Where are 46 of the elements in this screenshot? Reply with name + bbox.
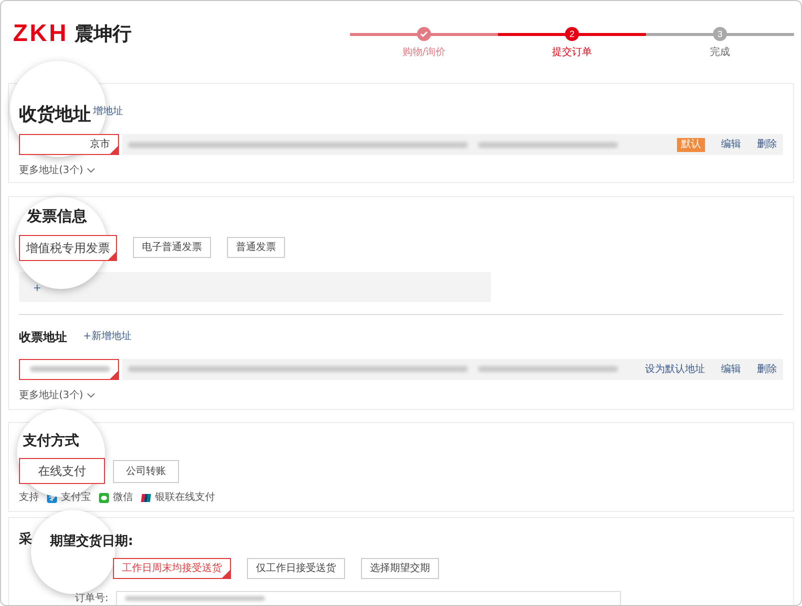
payment-channel-label: 微信 (113, 491, 133, 505)
invoice-type-button[interactable]: 增值税专用发票 (19, 234, 117, 260)
logo-name: 震坤行 (74, 24, 132, 44)
delivery-option-button[interactable]: 工作日周末均接受送货 (113, 558, 231, 578)
address-tag[interactable]: 京市 (19, 134, 119, 155)
section-title: 收货地址 (19, 102, 91, 126)
address-action-link[interactable]: 编辑 (721, 137, 741, 152)
default-badge: 默认 (677, 138, 705, 152)
add-address-link[interactable]: +新增地址 (83, 329, 132, 344)
chat-icon (99, 492, 109, 502)
more-addresses-toggle[interactable]: 更多地址(3个) (19, 163, 84, 178)
delivery-date-label: 期望交货日期: (50, 532, 134, 551)
step-label: 购物/询价 (402, 46, 446, 60)
address-action-link[interactable]: 设为默认地址 (645, 362, 705, 376)
step-label: 提交订单 (552, 46, 592, 60)
delivery-option-button[interactable]: 选择期望交期 (361, 558, 439, 578)
section-title: 发票信息 (27, 206, 88, 227)
step-number: 2 (569, 30, 574, 38)
check-icon (420, 30, 428, 38)
payment-method-button[interactable]: 公司转账 (113, 460, 179, 482)
card-icon (141, 492, 151, 502)
section-title: 收票地址 (19, 328, 67, 346)
payment-channel-label: 银联在线支付 (155, 490, 215, 505)
address-action-link[interactable]: 删除 (757, 362, 777, 376)
tag-text: 京市 (90, 138, 110, 152)
payment-channel-label: 支付宝 (61, 490, 91, 505)
address-tag[interactable] (19, 358, 119, 380)
section-title: 支付方式 (23, 432, 80, 451)
step-label: 完成 (710, 46, 730, 60)
invoice-type-button[interactable]: 电子普通发票 (133, 237, 211, 258)
support-label: 支持 (19, 490, 39, 505)
delivery-option-button[interactable]: 仅工作日接受送货 (247, 558, 345, 578)
address-action-link[interactable]: 编辑 (721, 362, 741, 376)
logo-brand: ZKH (13, 22, 68, 46)
chevron-down-icon[interactable] (87, 168, 96, 173)
chevron-down-icon[interactable] (87, 392, 96, 398)
add-invoice-link[interactable]: + (33, 280, 42, 296)
payment-method-button[interactable]: 在线支付 (19, 458, 105, 484)
add-address-link[interactable]: 增地址 (93, 104, 123, 118)
address-action-link[interactable]: 删除 (757, 137, 777, 152)
order-number-label: 订单号: (75, 592, 108, 605)
invoice-type-button[interactable]: 普通发票 (227, 237, 285, 258)
step-number: 3 (717, 30, 722, 38)
section-title: 采 (19, 530, 32, 549)
more-addresses-toggle[interactable]: 更多地址(3个) (19, 388, 84, 402)
order-number-field[interactable] (116, 590, 622, 605)
